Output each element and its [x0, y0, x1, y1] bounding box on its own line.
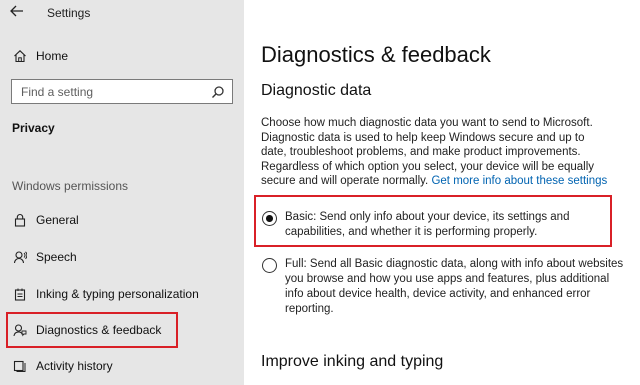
sidebar-item-general[interactable]: General — [0, 205, 244, 235]
sidebar-item-label: General — [36, 213, 79, 227]
search-input[interactable] — [12, 80, 202, 103]
more-info-link[interactable]: Get more info about these settings — [431, 175, 607, 187]
sidebar-item-label: Speech — [36, 250, 77, 264]
section-title-diagnostic-data: Diagnostic data — [261, 82, 372, 99]
search-icon[interactable] — [211, 85, 225, 99]
sidebar-item-label: Home — [36, 49, 69, 63]
sidebar-item-home[interactable]: Home — [0, 41, 244, 71]
activity-icon — [12, 358, 28, 374]
back-button[interactable] — [8, 5, 26, 21]
sidebar-item-label: Activity history — [36, 359, 113, 373]
speech-icon — [12, 249, 28, 265]
lock-icon — [12, 212, 28, 228]
radio-full[interactable] — [262, 258, 277, 273]
group-title-windows-permissions: Windows permissions — [12, 179, 129, 193]
diagnostic-description: Choose how much diagnostic data you want… — [261, 116, 611, 189]
app-title: Settings — [47, 6, 91, 20]
highlight-box-nav — [6, 312, 178, 348]
main-content: Diagnostics & feedback Diagnostic data C… — [244, 0, 640, 385]
page-title: Diagnostics & feedback — [261, 42, 491, 67]
sidebar-item-label: Inking & typing personalization — [36, 287, 199, 301]
inking-icon — [12, 286, 28, 302]
section-title-improve-inking: Improve inking and typing — [261, 353, 444, 370]
highlight-box-basic-option — [254, 195, 612, 247]
sidebar-item-speech[interactable]: Speech — [0, 242, 244, 272]
back-arrow-icon — [10, 5, 23, 17]
home-icon — [12, 48, 28, 64]
sidebar-item-inking-typing[interactable]: Inking & typing personalization — [0, 279, 244, 309]
search-box[interactable] — [11, 79, 233, 104]
sidebar-item-activity-history[interactable]: Activity history — [0, 351, 244, 381]
sidebar: Settings Home Privacy Windows permission… — [0, 0, 244, 385]
section-title-privacy: Privacy — [12, 121, 55, 135]
radio-label-full: Full: Send all Basic diagnostic data, al… — [285, 258, 624, 315]
title-bar: Settings — [0, 0, 244, 26]
